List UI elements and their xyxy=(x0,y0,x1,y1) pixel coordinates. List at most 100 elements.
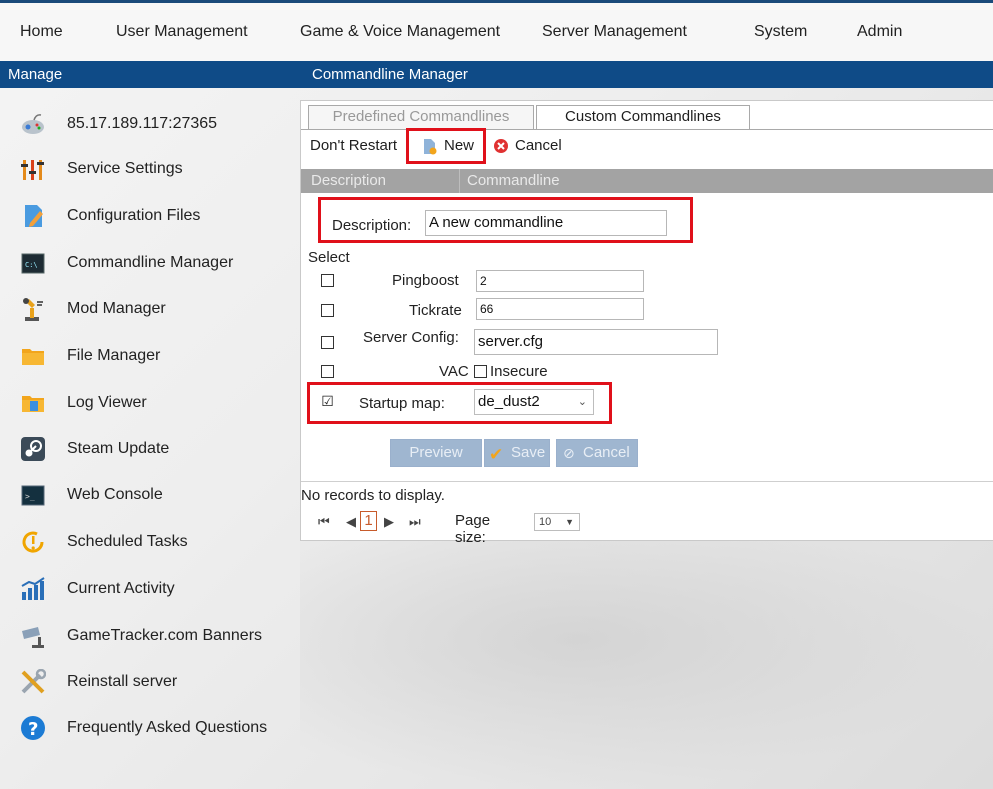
form-cancel-button[interactable]: ⊘ Cancel xyxy=(556,439,638,467)
tickrate-checkbox[interactable] xyxy=(321,304,334,317)
camera-icon xyxy=(20,623,46,649)
caret-down-icon: ▼ xyxy=(565,517,574,527)
sidebar-item-label: Commandline Manager xyxy=(67,254,234,271)
console-icon: >_ xyxy=(20,482,46,508)
pingboost-label: Pingboost xyxy=(392,272,459,289)
robot-arm-icon xyxy=(20,296,46,322)
nav-system[interactable]: System xyxy=(754,23,807,41)
log-folder-icon xyxy=(20,390,46,416)
first-page-icon[interactable]: ⏮ xyxy=(318,514,330,530)
top-navigation: Home User Management Game & Voice Manage… xyxy=(0,3,993,61)
vac-checkbox[interactable] xyxy=(321,365,334,378)
chevron-down-icon: ⌄ xyxy=(577,396,587,408)
page-size-select[interactable]: 10 ▼ xyxy=(534,513,580,531)
description-label: Description: xyxy=(332,217,412,234)
startup-map-checkbox[interactable]: ☑ xyxy=(321,394,334,408)
sidebar-item-web-console[interactable]: >_ Web Console xyxy=(0,476,300,516)
sidebar-item-label: Mod Manager xyxy=(67,300,166,317)
column-description[interactable]: Description xyxy=(311,169,386,193)
insecure-label: Insecure xyxy=(490,363,548,380)
sidebar-item-gametracker-banners[interactable]: GameTracker.com Banners xyxy=(0,617,300,657)
svg-text:>_: >_ xyxy=(25,492,35,501)
new-button[interactable]: New xyxy=(422,137,482,157)
sliders-icon xyxy=(20,156,46,182)
nav-admin[interactable]: Admin xyxy=(857,23,902,41)
current-page[interactable]: 1 xyxy=(360,511,377,531)
tools-icon xyxy=(20,668,47,695)
nav-home[interactable]: Home xyxy=(20,23,63,41)
sidebar-item-label: Log Viewer xyxy=(67,394,147,411)
toolbar: Don't Restart New Cancel xyxy=(301,130,993,162)
next-page-icon[interactable]: ▶ xyxy=(384,514,394,530)
tickrate-input[interactable]: 66 xyxy=(476,298,644,320)
file-edit-icon xyxy=(20,203,46,229)
sidebar-item-label: Steam Update xyxy=(67,440,170,457)
tab-predefined-commandlines[interactable]: Predefined Commandlines xyxy=(308,105,534,129)
sidebar-item-configuration-files[interactable]: Configuration Files xyxy=(0,197,300,237)
footer-divider xyxy=(301,481,993,482)
sidebar-item-server[interactable]: 85.17.189.117:27365 xyxy=(0,105,300,145)
sidebar-item-mod-manager[interactable]: Mod Manager xyxy=(0,290,300,330)
page-size-value: 10 xyxy=(539,516,552,528)
tickrate-label: Tickrate xyxy=(409,302,462,319)
cancel-circle-icon: ⊘ xyxy=(563,445,575,461)
nav-game-voice-management[interactable]: Game & Voice Management xyxy=(300,23,500,41)
toolbar-cancel-button[interactable]: Cancel xyxy=(494,137,574,157)
save-button[interactable]: ✔ Save xyxy=(484,439,550,467)
pingboost-input[interactable]: 2 xyxy=(476,270,644,292)
grid-header: Description Commandline xyxy=(301,169,993,193)
server-config-input[interactable]: server.cfg xyxy=(474,329,718,355)
last-page-icon[interactable]: ⏭ xyxy=(409,514,421,530)
manage-header: Manage xyxy=(0,61,300,88)
sidebar-item-reinstall-server[interactable]: Reinstall server xyxy=(0,663,300,703)
new-button-label: New xyxy=(444,137,475,154)
sidebar-item-current-activity[interactable]: Current Activity xyxy=(0,570,300,610)
sidebar-item-label: Web Console xyxy=(67,486,163,503)
help-icon: ? xyxy=(20,715,46,741)
insecure-checkbox[interactable] xyxy=(474,365,487,378)
preview-button[interactable]: Preview xyxy=(390,439,482,467)
sidebar-item-label: Frequently Asked Questions xyxy=(67,719,268,736)
sidebar-item-steam-update[interactable]: Steam Update xyxy=(0,430,300,470)
sidebar-item-label: GameTracker.com Banners xyxy=(67,627,263,644)
save-button-label: Save xyxy=(511,444,546,461)
toolbar-cancel-label: Cancel xyxy=(515,137,562,154)
sidebar-item-label: Configuration Files xyxy=(67,207,201,224)
sidebar-item-faq[interactable]: ? Frequently Asked Questions xyxy=(0,709,300,749)
terminal-icon: C:\ xyxy=(20,250,46,276)
new-document-icon xyxy=(424,139,437,155)
select-label: Select xyxy=(308,249,350,266)
server-config-checkbox[interactable] xyxy=(321,336,334,349)
sidebar-item-commandline-manager[interactable]: C:\ Commandline Manager xyxy=(0,244,300,284)
column-commandline[interactable]: Commandline xyxy=(467,169,560,193)
column-separator xyxy=(459,169,460,193)
startup-map-select[interactable]: de_dust2 ⌄ xyxy=(474,389,594,415)
tab-custom-commandlines[interactable]: Custom Commandlines xyxy=(536,105,750,129)
sidebar-item-label: File Manager xyxy=(67,347,161,364)
sidebar-item-log-viewer[interactable]: Log Viewer xyxy=(0,384,300,424)
nav-server-management[interactable]: Server Management xyxy=(542,23,687,41)
sidebar-item-service-settings[interactable]: Service Settings xyxy=(0,150,300,190)
sidebar-item-label: 85.17.189.117:27365 xyxy=(67,115,218,132)
nav-user-management[interactable]: User Management xyxy=(116,23,248,41)
description-input[interactable]: A new commandline xyxy=(425,210,667,236)
sidebar-item-file-manager[interactable]: File Manager xyxy=(0,337,300,377)
commandline-panel: Predefined Commandlines Custom Commandli… xyxy=(300,100,993,546)
clock-icon xyxy=(20,529,46,555)
vac-label: VAC xyxy=(439,363,469,380)
steam-icon xyxy=(20,436,46,462)
dont-restart-button[interactable]: Don't Restart xyxy=(310,137,397,154)
save-icon: ✔ xyxy=(489,445,504,464)
sidebar-item-scheduled-tasks[interactable]: Scheduled Tasks xyxy=(0,523,300,563)
startup-map-value: de_dust2 xyxy=(478,393,540,410)
sidebar-item-label: Reinstall server xyxy=(67,673,178,690)
no-records-text: No records to display. xyxy=(301,487,445,504)
svg-text:?: ? xyxy=(28,719,38,740)
startup-map-label: Startup map: xyxy=(359,395,445,412)
commandline-manager-header: Commandline Manager xyxy=(300,61,993,88)
chart-icon xyxy=(20,576,46,602)
pingboost-checkbox[interactable] xyxy=(321,274,334,287)
page-size-label: Page size: xyxy=(455,512,491,546)
sidebar-item-label: Service Settings xyxy=(67,160,183,177)
prev-page-icon[interactable]: ◀ xyxy=(346,514,356,530)
